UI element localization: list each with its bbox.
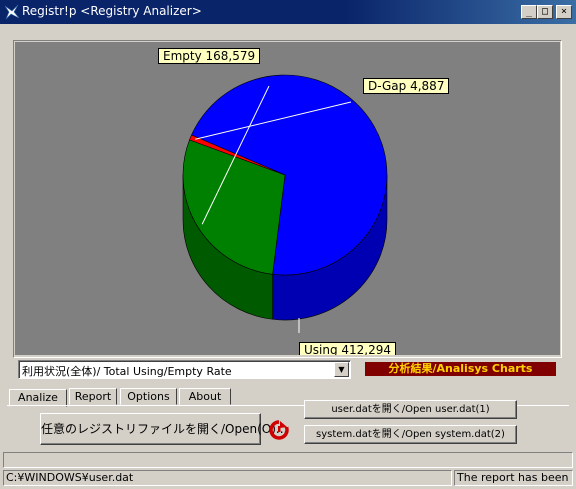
minimize-button[interactable]: _ bbox=[521, 5, 537, 19]
chart-select-value: 利用状況(全体)/ Total Using/Empty Rate bbox=[22, 365, 232, 378]
open-system-dat-button[interactable]: system.datを開く/Open system.dat(2) bbox=[304, 425, 517, 444]
tab-report[interactable]: Report bbox=[69, 388, 117, 405]
tab-about[interactable]: About bbox=[179, 388, 231, 405]
progress-bar bbox=[3, 452, 573, 468]
dropdown-arrow-icon[interactable]: ▼ bbox=[334, 362, 349, 377]
maximize-button[interactable]: □ bbox=[537, 5, 553, 19]
pie-label-d-gap: D-Gap 4,887 bbox=[363, 78, 450, 94]
chart-area: Using 412,294 Empty 168,579 D-Gap 4,887 bbox=[15, 42, 560, 355]
status-path: C:¥WINDOWS¥user.dat bbox=[3, 470, 452, 486]
tab-options[interactable]: Options bbox=[120, 388, 177, 405]
open-user-dat-button[interactable]: user.datを開く/Open user.dat(1) bbox=[304, 400, 517, 419]
title-bar[interactable]: Registr!p <Registry Analizer> _ □ × bbox=[0, 0, 576, 24]
window-title: Registr!p <Registry Analizer> bbox=[22, 4, 202, 18]
analysis-banner: 分析結果/Analisys Charts bbox=[365, 362, 556, 376]
chart-select[interactable]: 利用状況(全体)/ Total Using/Empty Rate ▼ bbox=[18, 360, 351, 379]
pie-chart: Using 412,294 Empty 168,579 D-Gap 4,887 bbox=[158, 48, 450, 355]
status-message: The report has been m bbox=[454, 470, 573, 486]
pie-label-empty: Empty 168,579 bbox=[158, 48, 261, 64]
refresh-icon[interactable] bbox=[267, 418, 291, 442]
app-icon[interactable] bbox=[3, 3, 20, 20]
close-button[interactable]: × bbox=[556, 5, 572, 19]
pie-label-using: Using 412,294 bbox=[299, 342, 397, 355]
open-registry-button[interactable]: 任意のレジストリファイルを開く/Open(O)... bbox=[40, 413, 287, 445]
